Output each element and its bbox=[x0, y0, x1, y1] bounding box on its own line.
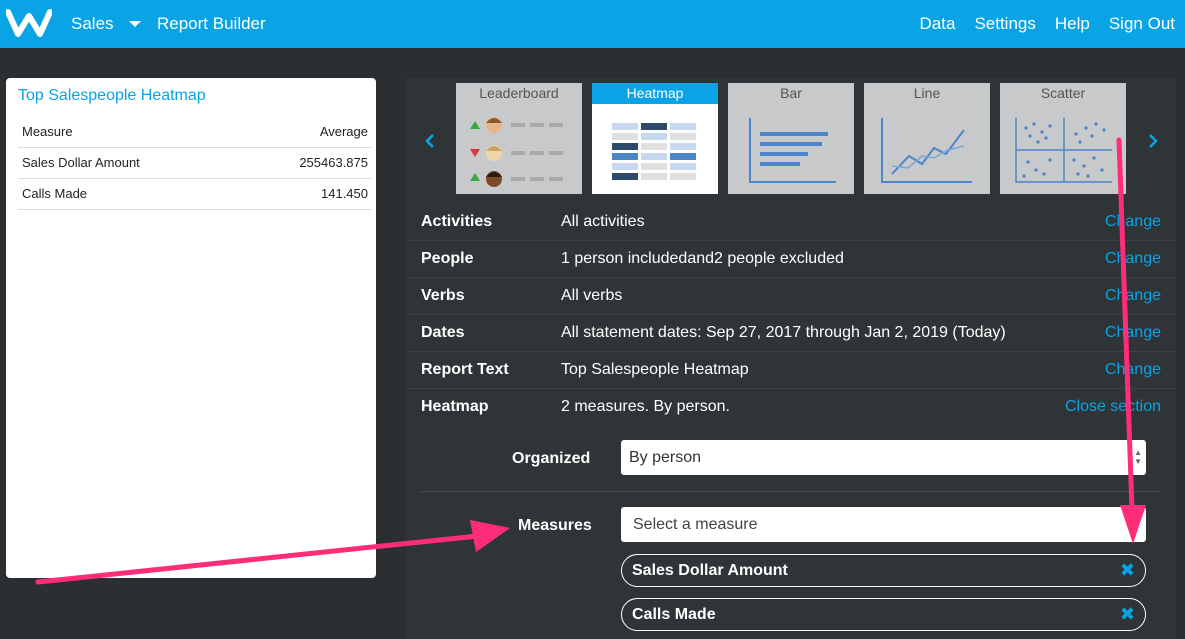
measure-tag-label: Calls Made bbox=[632, 606, 716, 623]
preview-table: Measure Average Sales Dollar Amount 2554… bbox=[18, 116, 372, 210]
heatmap-icon bbox=[612, 123, 696, 180]
report-type-scatter[interactable]: Scatter bbox=[1000, 83, 1126, 194]
organized-label: Organized bbox=[512, 450, 591, 467]
report-preview: Top Salespeople Heatmap Measure Average … bbox=[6, 78, 376, 578]
row-value: Top Salespeople Heatmap bbox=[561, 361, 749, 378]
measure-tag: Calls Made ✖ bbox=[621, 598, 1146, 631]
change-link[interactable]: Change bbox=[1105, 287, 1161, 305]
nav-report-builder[interactable]: Report Builder bbox=[157, 14, 266, 34]
settings-row-report-text: Report Text Top Salespeople Heatmap Chan… bbox=[406, 352, 1176, 389]
report-type-bar[interactable]: Bar bbox=[728, 83, 854, 194]
row-value: 2 measures. By person. bbox=[561, 398, 730, 415]
organized-select-value: By person bbox=[629, 449, 702, 466]
row-value: All activities bbox=[561, 213, 645, 230]
table-row: Sales Dollar Amount 255463.875 bbox=[18, 147, 372, 179]
scatter-chart-icon bbox=[1015, 118, 1112, 183]
table-header-row: Measure Average bbox=[18, 116, 372, 148]
row-label: Activities bbox=[421, 213, 493, 230]
close-section-link[interactable]: Close section bbox=[1065, 398, 1161, 416]
settings-row-dates: Dates All statement dates: Sep 27, 2017 … bbox=[406, 315, 1176, 352]
settings-row-heatmap: Heatmap 2 measures. By person. Close sec… bbox=[406, 389, 1176, 426]
top-nav: Sales Report Builder Data Settings Help … bbox=[0, 0, 1185, 48]
report-type-leaderboard[interactable]: Leaderboard bbox=[456, 83, 582, 194]
cell-average: 255463.875 bbox=[237, 147, 372, 179]
measures-label: Measures bbox=[518, 517, 592, 534]
measure-tag-label: Sales Dollar Amount bbox=[632, 562, 788, 579]
chevron-right-icon[interactable] bbox=[1146, 134, 1160, 148]
settings-row-verbs: Verbs All verbs Change bbox=[406, 278, 1176, 315]
nav-right-menu: Data Settings Help Sign Out bbox=[920, 14, 1175, 34]
bar-chart-icon bbox=[749, 118, 836, 183]
column-header-average: Average bbox=[237, 116, 372, 148]
report-settings-panel: Leaderboard Heatmap Bar Line Scatter Act… bbox=[406, 78, 1176, 639]
row-value: All verbs bbox=[561, 287, 623, 304]
report-type-label: Scatter bbox=[1040, 85, 1086, 101]
measure-search-input[interactable]: Select a measure bbox=[621, 507, 1146, 542]
row-label: Verbs bbox=[421, 287, 465, 304]
settings-row-people: People 1 person includedand2 people excl… bbox=[406, 241, 1176, 278]
nav-sign-out[interactable]: Sign Out bbox=[1109, 14, 1175, 34]
change-link[interactable]: Change bbox=[1105, 213, 1161, 231]
row-value: 1 person includedand2 people excluded bbox=[561, 250, 844, 267]
row-label: Heatmap bbox=[421, 398, 489, 415]
logo-icon[interactable] bbox=[6, 8, 52, 38]
chevron-left-icon[interactable] bbox=[423, 134, 437, 148]
nav-settings[interactable]: Settings bbox=[974, 14, 1035, 34]
report-type-label: Leaderboard bbox=[479, 85, 559, 101]
measure-tag: Sales Dollar Amount ✖ bbox=[621, 554, 1146, 587]
row-label: Dates bbox=[421, 324, 465, 341]
remove-icon[interactable]: ✖ bbox=[1120, 604, 1135, 625]
leaderboard-icon bbox=[470, 117, 563, 187]
line-chart-icon bbox=[881, 118, 972, 183]
select-arrows-icon: ▲ ▼ bbox=[1134, 448, 1142, 466]
remove-icon[interactable]: ✖ bbox=[1120, 560, 1135, 581]
cell-measure: Sales Dollar Amount bbox=[18, 147, 238, 179]
report-type-label: Line bbox=[913, 85, 941, 101]
preview-title: Top Salespeople Heatmap bbox=[18, 87, 206, 104]
row-label: People bbox=[421, 250, 474, 267]
change-link[interactable]: Change bbox=[1105, 324, 1161, 342]
table-row: Calls Made 141.450 bbox=[18, 178, 372, 210]
change-link[interactable]: Change bbox=[1105, 361, 1161, 379]
organized-select[interactable]: By person ▲ ▼ bbox=[621, 440, 1146, 475]
nav-sales[interactable]: Sales bbox=[71, 14, 114, 34]
nav-data[interactable]: Data bbox=[920, 14, 956, 34]
divider bbox=[421, 491, 1161, 492]
row-value: All statement dates: Sep 27, 2017 throug… bbox=[561, 324, 1006, 341]
nav-help[interactable]: Help bbox=[1055, 14, 1090, 34]
change-link[interactable]: Change bbox=[1105, 250, 1161, 268]
chevron-down-icon[interactable] bbox=[129, 21, 141, 27]
report-type-heatmap[interactable]: Heatmap bbox=[592, 83, 718, 194]
cell-measure: Calls Made bbox=[18, 178, 238, 210]
report-type-label: Heatmap bbox=[592, 83, 718, 104]
cell-average: 141.450 bbox=[237, 178, 372, 210]
report-type-label: Bar bbox=[780, 85, 802, 101]
row-label: Report Text bbox=[421, 361, 509, 378]
settings-row-activities: Activities All activities Change bbox=[406, 204, 1176, 241]
measure-placeholder: Select a measure bbox=[633, 516, 758, 533]
column-header-measure: Measure bbox=[18, 116, 238, 148]
report-type-line[interactable]: Line bbox=[864, 83, 990, 194]
